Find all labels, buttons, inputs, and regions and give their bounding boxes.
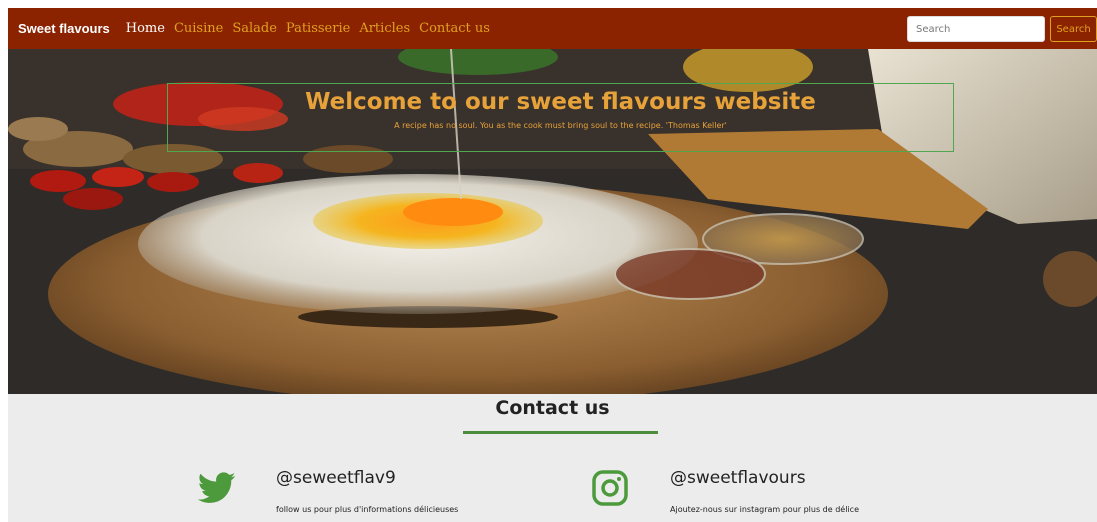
contact-title: Contact us (495, 397, 610, 419)
instagram-handle[interactable]: @sweetflavours (670, 468, 806, 488)
instagram-description: Ajoutez-nous sur instagram pour plus de … (670, 505, 859, 514)
twitter-icon[interactable] (197, 471, 236, 509)
instagram-icon[interactable] (592, 470, 628, 510)
nav-link-home[interactable]: Home (126, 21, 165, 36)
brand-logo-link[interactable]: Sweet flavours (18, 21, 110, 36)
hero-banner: Welcome to our sweet flavours website A … (8, 49, 1097, 394)
hero-title: Welcome to our sweet flavours website (305, 89, 816, 115)
nav-link-contact[interactable]: Contact us (419, 21, 490, 36)
search-input[interactable] (907, 16, 1045, 42)
search-button[interactable]: Search (1050, 16, 1097, 42)
nav-link-cuisine[interactable]: Cuisine (174, 21, 223, 36)
hero-caption-box: Welcome to our sweet flavours website A … (167, 83, 954, 152)
contact-section: Contact us @seweetflav9 follow us pour p… (8, 394, 1097, 522)
nav-link-salade[interactable]: Salade (232, 21, 277, 36)
nav-link-articles[interactable]: Articles (359, 21, 410, 36)
contact-title-underline (463, 431, 658, 434)
twitter-handle[interactable]: @seweetflav9 (276, 468, 396, 488)
hero-quote: A recipe has no soul. You as the cook mu… (394, 121, 727, 130)
nav-link-patisserie[interactable]: Patisserie (286, 21, 350, 36)
navbar: Sweet flavours Home Cuisine Salade Patis… (8, 8, 1097, 49)
nav-links: Home Cuisine Salade Patisserie Articles … (126, 21, 499, 36)
twitter-description: follow us pour plus d'informations délic… (276, 505, 459, 514)
